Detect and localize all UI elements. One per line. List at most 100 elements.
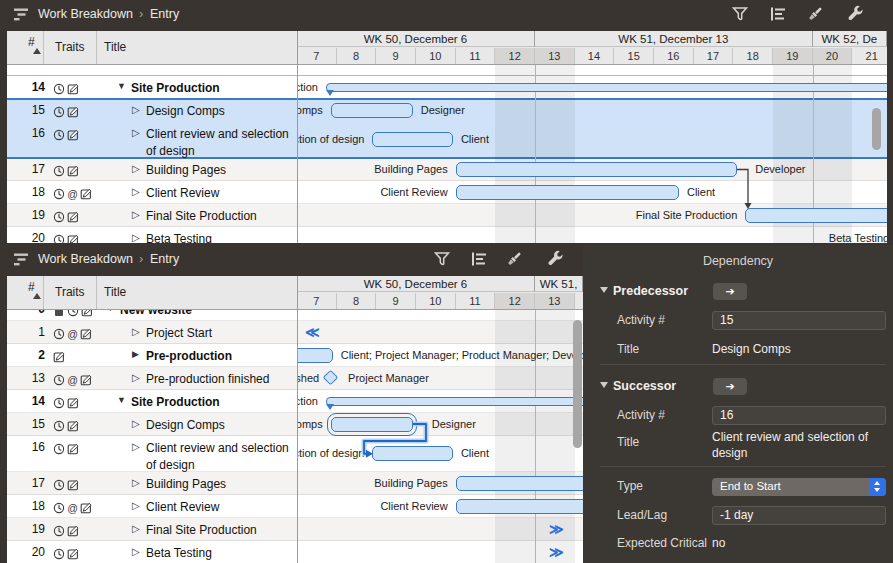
breadcrumb-work-breakdown[interactable]: Work Breakdown xyxy=(38,7,133,21)
gantt-bar[interactable] xyxy=(456,499,583,514)
row-title[interactable]: Client Review xyxy=(146,499,293,516)
day-header-cell[interactable]: 11 xyxy=(456,48,496,64)
row-title[interactable]: New website xyxy=(120,310,293,319)
expand-arrow-icon[interactable]: ▷ xyxy=(132,326,140,337)
day-header-cell[interactable]: 20 xyxy=(813,48,853,64)
row-title[interactable]: Beta Testing xyxy=(146,545,293,562)
gantt-bar[interactable] xyxy=(372,132,453,147)
column-header-title[interactable]: Title xyxy=(104,40,126,54)
gantt-group-bar[interactable] xyxy=(326,83,887,92)
expand-arrow-icon[interactable]: ▷ xyxy=(132,186,140,197)
day-header-cell[interactable]: 8 xyxy=(337,48,377,64)
style-brush-icon[interactable] xyxy=(806,5,824,23)
breadcrumb-entry[interactable]: Entry xyxy=(150,252,179,266)
day-header-cell[interactable]: 7 xyxy=(297,48,337,64)
collapse-arrow-icon[interactable]: ▼ xyxy=(117,395,126,405)
expand-arrow-icon[interactable]: ▷ xyxy=(132,127,140,138)
disclosure-triangle-icon[interactable] xyxy=(600,287,608,293)
expand-arrow-icon[interactable]: ▷ xyxy=(132,477,140,488)
week-header-cell[interactable]: WK 50, December 6 xyxy=(297,31,535,47)
day-header-cell[interactable]: 18 xyxy=(733,48,773,64)
type-popup[interactable]: End to Start xyxy=(712,478,886,496)
column-header-traits[interactable]: Traits xyxy=(55,285,85,299)
day-header-cell[interactable]: 16 xyxy=(654,48,694,64)
row-title[interactable]: Design Comps xyxy=(146,417,293,434)
column-header-num[interactable]: # xyxy=(28,280,35,294)
day-header-cell[interactable]: 13 xyxy=(535,48,575,64)
gantt-bar[interactable] xyxy=(456,185,679,200)
row-title[interactable]: Project Start xyxy=(146,325,293,342)
row-title[interactable]: Final Site Production xyxy=(146,208,293,225)
row-title[interactable]: Site Production xyxy=(131,80,293,97)
sort-ascending-icon[interactable] xyxy=(33,48,41,54)
off-screen-right-marker[interactable]: ≫ xyxy=(549,521,564,537)
week-header-cell[interactable]: WK 52, De xyxy=(813,31,887,47)
expand-arrow-icon[interactable]: ▷ xyxy=(132,209,140,220)
day-header-cell[interactable]: 10 xyxy=(416,293,456,309)
leadlag-input[interactable]: -1 day xyxy=(712,506,886,525)
vertical-scrollbar-thumb[interactable] xyxy=(573,320,582,448)
expand-arrow-icon[interactable]: ▷ xyxy=(132,163,140,174)
filter-icon[interactable] xyxy=(433,250,451,268)
successor-activity-input[interactable]: 16 xyxy=(712,406,886,425)
day-header-cell[interactable]: 21 xyxy=(852,48,887,64)
day-header-cell[interactable]: 14 xyxy=(575,293,583,309)
filter-icon[interactable] xyxy=(731,5,749,23)
row-title[interactable]: Client review and selection of design xyxy=(146,440,293,474)
day-header-cell[interactable]: 17 xyxy=(694,48,734,64)
gantt-bar[interactable] xyxy=(372,446,453,461)
week-header-cell[interactable]: WK 50, December 6 xyxy=(297,276,535,292)
disclosure-triangle-icon[interactable] xyxy=(600,382,608,388)
row-title[interactable]: Design Comps xyxy=(146,103,293,120)
day-header-cell[interactable]: 7 xyxy=(297,293,337,309)
column-header-num[interactable]: # xyxy=(28,35,35,49)
row-title[interactable]: Client Review xyxy=(146,185,293,202)
gantt-bar[interactable] xyxy=(456,162,738,177)
collapse-arrow-icon[interactable]: ▼ xyxy=(117,81,126,91)
outline-icon[interactable] xyxy=(470,250,488,268)
column-header-title[interactable]: Title xyxy=(104,285,126,299)
day-header-cell[interactable]: 15 xyxy=(614,48,654,64)
breadcrumb-work-breakdown[interactable]: Work Breakdown xyxy=(38,252,133,266)
successor-goto-button[interactable]: ➔ xyxy=(713,378,747,395)
day-header-cell[interactable]: 13 xyxy=(535,293,575,309)
day-header-cell[interactable]: 9 xyxy=(376,48,416,64)
day-header-cell[interactable]: 19 xyxy=(773,48,813,64)
style-brush-icon[interactable] xyxy=(505,250,523,268)
off-screen-left-marker[interactable]: ≪ xyxy=(305,324,320,340)
row-title[interactable]: Building Pages xyxy=(146,476,293,493)
day-header-cell[interactable]: 12 xyxy=(495,48,535,64)
outline-icon[interactable] xyxy=(769,5,787,23)
row-title[interactable]: Pre-production finished xyxy=(146,371,293,388)
row-title[interactable]: Pre-production xyxy=(146,348,293,365)
settings-wrench-icon[interactable] xyxy=(847,5,865,23)
row-title[interactable]: Final Site Production xyxy=(146,522,293,539)
expand-arrow-icon[interactable]: ▷ xyxy=(132,546,140,557)
expand-arrow-icon[interactable]: ▷ xyxy=(132,418,140,429)
off-screen-right-marker[interactable]: ≫ xyxy=(549,544,564,560)
day-header-cell[interactable]: 14 xyxy=(575,48,615,64)
expand-arrow-icon[interactable]: ▷ xyxy=(132,500,140,511)
sort-ascending-icon[interactable] xyxy=(33,293,41,299)
breadcrumb-entry[interactable]: Entry xyxy=(150,7,179,21)
expand-arrow-icon[interactable]: ▷ xyxy=(132,232,140,243)
expand-arrow-icon[interactable]: ▷ xyxy=(132,441,140,452)
day-header-cell[interactable]: 11 xyxy=(456,293,496,309)
expand-arrow-icon[interactable]: ▷ xyxy=(132,523,140,534)
day-header-cell[interactable]: 8 xyxy=(337,293,377,309)
collapse-arrow-icon[interactable]: ▼ xyxy=(106,310,115,313)
expand-arrow-icon[interactable]: ▷ xyxy=(132,104,140,115)
gantt-bar[interactable] xyxy=(297,348,333,363)
day-header-cell[interactable]: 9 xyxy=(376,293,416,309)
milestone-diamond[interactable] xyxy=(323,370,339,386)
gantt-bar[interactable] xyxy=(745,208,887,223)
row-title[interactable]: Building Pages xyxy=(146,162,293,179)
predecessor-activity-input[interactable]: 15 xyxy=(712,311,886,330)
row-title[interactable]: Site Production xyxy=(131,394,293,411)
column-header-traits[interactable]: Traits xyxy=(55,40,85,54)
expand-arrow-icon[interactable]: ▶ xyxy=(132,349,139,359)
week-header-cell[interactable]: WK 51, xyxy=(535,276,583,292)
vertical-scrollbar-thumb[interactable] xyxy=(872,108,881,150)
week-header-cell[interactable]: WK 51, December 13 xyxy=(535,31,813,47)
gantt-bar[interactable] xyxy=(456,476,583,491)
